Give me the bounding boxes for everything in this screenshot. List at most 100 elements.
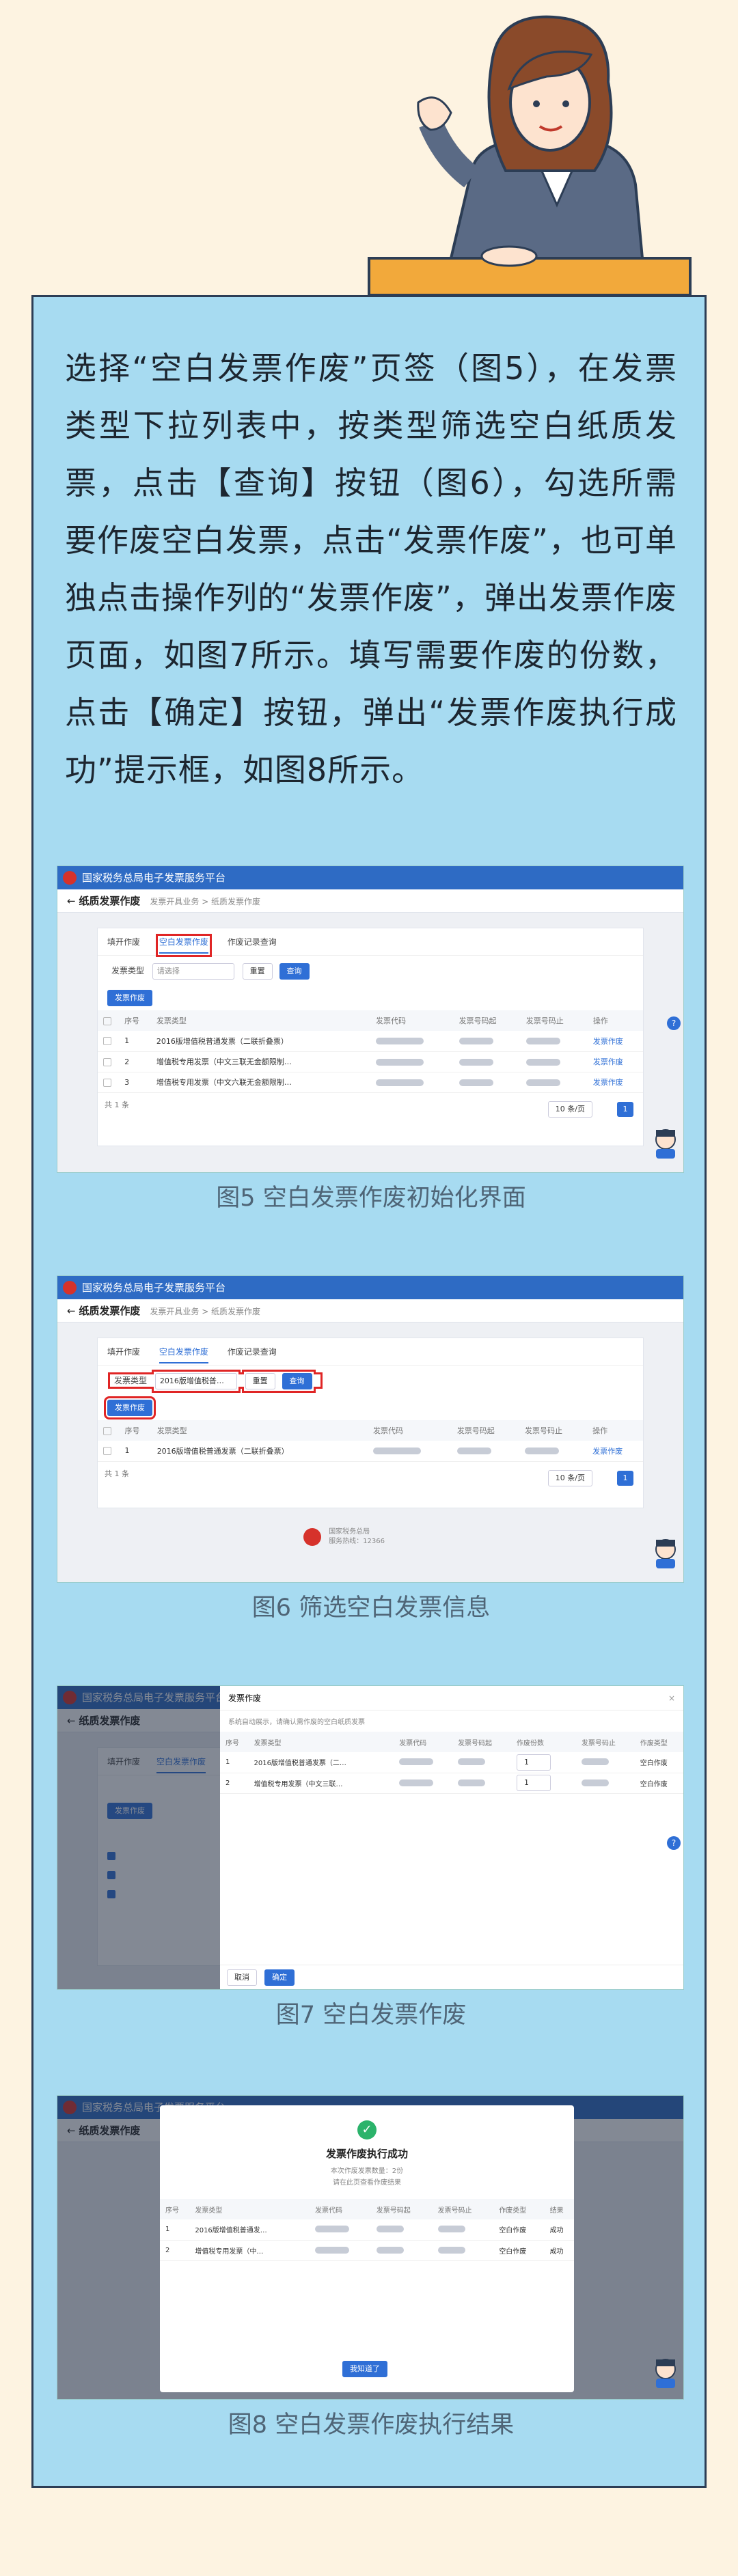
tab-blank-void[interactable]: 空白发票作废 bbox=[159, 1347, 208, 1363]
platform-title: 国家税务总局电子发票服务平台 bbox=[82, 1282, 226, 1294]
col-header: 发票号码止 bbox=[519, 1420, 588, 1441]
tab-void-records[interactable]: 作废记录查询 bbox=[228, 937, 277, 947]
tab-blank-void[interactable]: 空白发票作废 bbox=[155, 934, 212, 957]
col-header: 操作 bbox=[587, 1420, 643, 1441]
page-button[interactable]: 1 bbox=[617, 1470, 633, 1486]
table-row: 1 2016版增值税普通发票（二… 1 空白作废 bbox=[220, 1752, 683, 1773]
figure-8-screenshot: 国家税务总局电子发票服务平台 ← 纸质发票作废 ✓ 发票作废执行成功 本次作废发… bbox=[57, 2095, 684, 2400]
hero-illustration bbox=[0, 0, 738, 296]
redacted-number bbox=[524, 1448, 559, 1455]
redacted-code bbox=[375, 1079, 424, 1086]
redacted-number bbox=[525, 1058, 560, 1066]
tab-bar: 填开作废 空白发票作废 作废记录查询 bbox=[98, 928, 643, 957]
select-all-checkbox[interactable] bbox=[103, 1426, 111, 1435]
acknowledge-button[interactable]: 我知道了 bbox=[342, 2361, 387, 2377]
query-button[interactable]: 查询 bbox=[279, 962, 310, 980]
page-size-select[interactable]: 10 条/页 bbox=[547, 1100, 592, 1118]
help-icon[interactable]: ? bbox=[667, 1016, 681, 1030]
table-row: 3 增值税专用发票（中文六联无金额限制… 发票作废 bbox=[98, 1072, 643, 1093]
success-check-icon: ✓ bbox=[357, 2120, 377, 2139]
dialog-subtitle: 请在此页查看作废结果 bbox=[333, 2179, 401, 2187]
figure-8-caption: 图8 空白发票作废执行结果 bbox=[228, 2411, 515, 2439]
close-icon[interactable]: × bbox=[668, 1686, 675, 1711]
page-header: ← 纸质发票作废 发票开具业务 > 纸质发票作废 bbox=[57, 889, 683, 913]
redacted-number bbox=[459, 1058, 493, 1066]
invoice-type-select[interactable]: 请选择 bbox=[152, 962, 234, 980]
figure-5-screenshot: 国家税务总局电子发票服务平台 ← 纸质发票作废 发票开具业务 > 纸质发票作废 填… bbox=[57, 865, 684, 1173]
total-count: 共 1 条 bbox=[105, 1469, 129, 1478]
quantity-input[interactable]: 1 bbox=[517, 1775, 551, 1791]
quantity-input[interactable]: 1 bbox=[517, 1754, 551, 1771]
filter-label: 发票类型 bbox=[114, 1376, 148, 1385]
table-footer: 共 1 条 10 条/页 1 bbox=[98, 1462, 643, 1486]
page-title: 纸质发票作废 bbox=[79, 895, 141, 907]
site-footer: 国家税务总局 服务热线：12366 bbox=[303, 1527, 385, 1547]
row-checkbox[interactable] bbox=[103, 1057, 111, 1066]
table-row: 2 增值税专用发票（中文三联… 1 空白作废 bbox=[220, 1773, 683, 1794]
table-row: 2 增值税专用发票（中… 空白作废 成功 bbox=[160, 2240, 574, 2261]
figure-7-caption: 图7 空白发票作废 bbox=[275, 2002, 467, 2029]
invoice-table: 序号 发票类型 发票代码 发票号码起 发票号码止 操作 1 2016版增值税普通发票（二联折… bbox=[98, 1420, 643, 1462]
batch-void-button[interactable]: 发票作废 bbox=[107, 990, 152, 1006]
reset-button[interactable]: 重置 bbox=[242, 962, 273, 980]
tab-void-records[interactable]: 作废记录查询 bbox=[228, 1347, 277, 1357]
row-void-link[interactable]: 发票作废 bbox=[587, 1051, 643, 1072]
back-arrow-icon[interactable]: ← bbox=[67, 895, 76, 907]
col-header: 发票号码起 bbox=[453, 1010, 521, 1031]
invoice-type-select[interactable]: 2016版增值税普… bbox=[154, 1372, 237, 1389]
confirm-button[interactable]: 确定 bbox=[264, 1969, 295, 1986]
col-header: 发票代码 bbox=[368, 1420, 452, 1441]
emblem-icon bbox=[303, 1528, 321, 1546]
col-header: 发票类型 bbox=[151, 1420, 368, 1441]
batch-bar: 发票作废 bbox=[98, 1396, 643, 1420]
col-header: 序号 bbox=[119, 1420, 152, 1441]
row-checkbox[interactable] bbox=[103, 1078, 111, 1087]
assistant-avatar-icon[interactable] bbox=[652, 1127, 679, 1160]
platform-header: 国家税务总局电子发票服务平台 bbox=[57, 866, 683, 889]
total-count: 共 1 条 bbox=[105, 1100, 129, 1109]
page-size-select[interactable]: 10 条/页 bbox=[547, 1469, 592, 1486]
query-button[interactable]: 查询 bbox=[282, 1372, 312, 1389]
page-title: 纸质发票作废 bbox=[79, 1305, 141, 1317]
intro-paragraph: 选择“空白发票作废”页签（图5），在发票类型下拉列表中，按类型筛选空白纸质发票，… bbox=[65, 350, 677, 788]
invoice-table: 序号 发票类型 发票代码 发票号码起 发票号码止 操作 1 2016版增值税普通发票（二联折… bbox=[98, 1010, 643, 1093]
dialog-subtitle: 本次作废发票数量：2份 bbox=[330, 2168, 404, 2175]
redacted-number bbox=[456, 1448, 491, 1455]
row-checkbox[interactable] bbox=[103, 1447, 111, 1456]
row-void-link[interactable]: 发票作废 bbox=[587, 1072, 643, 1093]
dialog-title: 发票作废执行成功 bbox=[325, 2148, 408, 2160]
col-header: 序号 bbox=[119, 1010, 151, 1031]
tax-logo-icon bbox=[63, 871, 77, 885]
drawer-title: 发票作废 bbox=[228, 1693, 262, 1703]
figure-7-screenshot: 国家税务总局电子发票服务平台 ← 纸质发票作废 填开作废空白发票作废 发票作废 … bbox=[57, 1685, 684, 1990]
row-void-link[interactable]: 发票作废 bbox=[587, 1441, 643, 1462]
figure-5-caption: 图5 空白发票作废初始化界面 bbox=[216, 1185, 526, 1212]
table-row: 1 2016版增值税普通发票（二联折叠票） 发票作废 bbox=[98, 1031, 643, 1052]
help-icon[interactable]: ? bbox=[667, 1836, 681, 1850]
row-checkbox[interactable] bbox=[103, 1037, 111, 1046]
main-panel: 填开作废 空白发票作废 作废记录查询 发票类型 请选择 重置 查询 发票作废 序… bbox=[97, 928, 644, 1146]
figure-6-caption: 图6 筛选空白发票信息 bbox=[251, 1594, 491, 1622]
tab-fill-void[interactable]: 填开作废 bbox=[107, 937, 140, 947]
back-arrow-icon[interactable]: ← bbox=[67, 1305, 76, 1317]
redacted-number bbox=[525, 1079, 560, 1086]
reset-button[interactable]: 重置 bbox=[245, 1372, 275, 1389]
cancel-button[interactable]: 取消 bbox=[227, 1969, 257, 1986]
row-void-link[interactable]: 发票作废 bbox=[587, 1031, 643, 1052]
figure-6-screenshot: 国家税务总局电子发票服务平台 ← 纸质发票作废 发票开具业务 > 纸质发票作废 填… bbox=[57, 1275, 684, 1583]
page-button[interactable]: 1 bbox=[617, 1101, 633, 1117]
redacted-code bbox=[375, 1058, 424, 1066]
platform-header: 国家税务总局电子发票服务平台 bbox=[57, 1276, 683, 1299]
tab-fill-void[interactable]: 填开作废 bbox=[107, 1347, 140, 1357]
filter-row: 发票类型 请选择 重置 查询 bbox=[98, 956, 643, 986]
redacted-number bbox=[525, 1038, 560, 1045]
assistant-avatar-icon[interactable] bbox=[652, 2357, 679, 2390]
table-row: 1 2016版增值税普通发票（二联折叠票） 发票作废 bbox=[98, 1441, 643, 1462]
result-table: 序号 发票类型 发票代码 发票号码起 发票号码止 作废类型 结果 1 2016版增值税普通发…… bbox=[160, 2199, 574, 2261]
batch-void-button[interactable]: 发票作废 bbox=[104, 1396, 156, 1419]
platform-title: 国家税务总局电子发票服务平台 bbox=[82, 872, 226, 884]
select-all-checkbox[interactable] bbox=[103, 1016, 111, 1025]
col-header: 发票号码止 bbox=[520, 1010, 588, 1031]
assistant-avatar-icon[interactable] bbox=[652, 1537, 679, 1570]
col-header: 发票号码起 bbox=[451, 1420, 519, 1441]
